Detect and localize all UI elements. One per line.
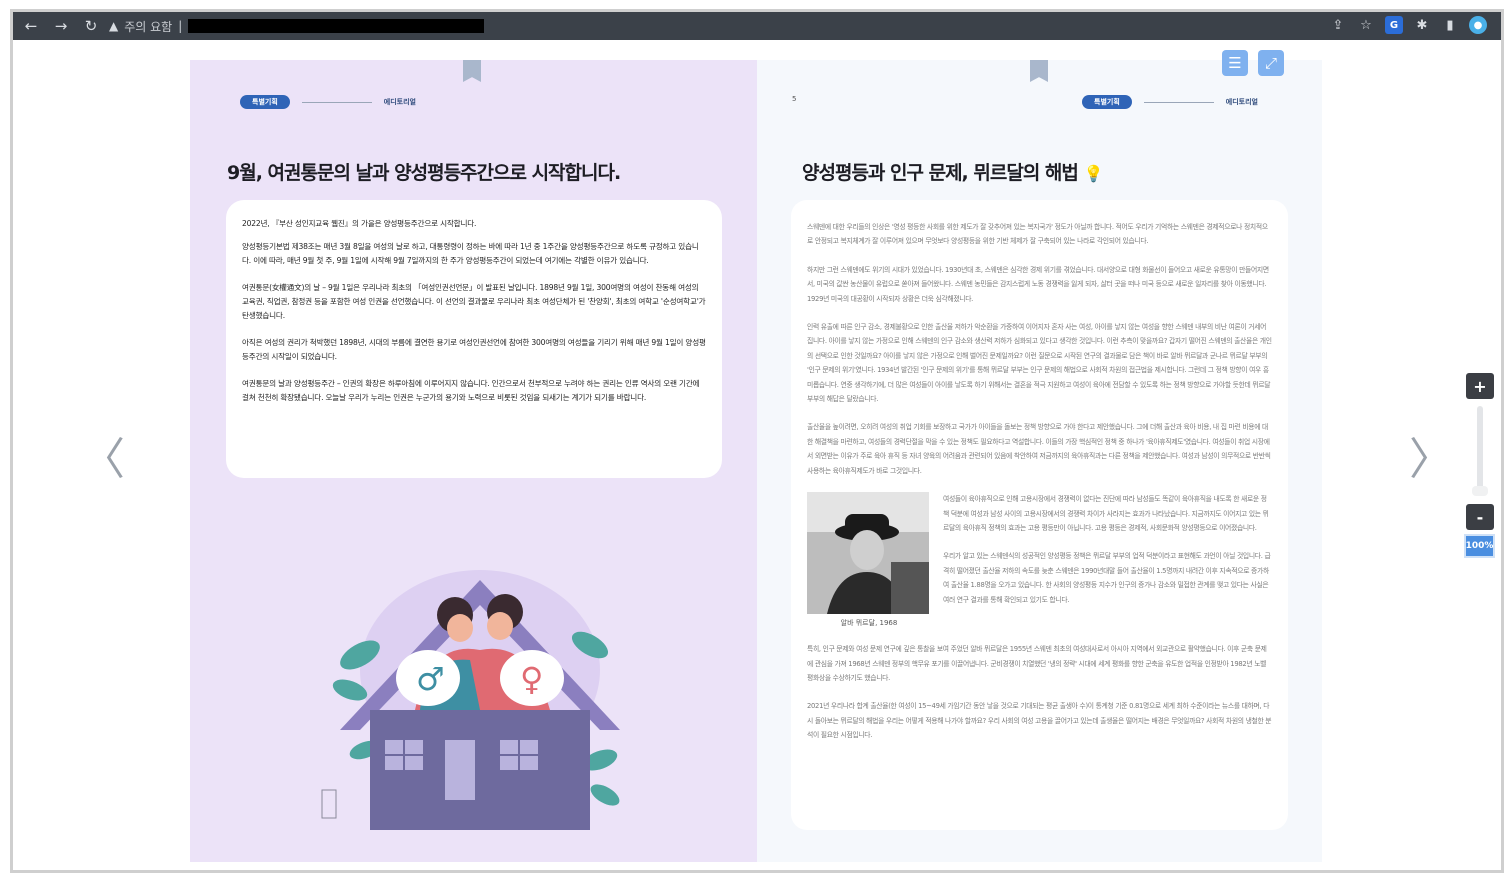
svg-text:♀: ♀ xyxy=(520,660,543,698)
redacted-url xyxy=(188,19,485,33)
header-divider xyxy=(301,101,372,103)
paragraph: 우리가 알고 있는 스웨덴식의 성공적인 양성평등 정책은 뮈르달 부부의 업적… xyxy=(943,552,1271,604)
profile-avatar-icon[interactable]: ● xyxy=(1469,16,1487,34)
extensions-puzzle-icon[interactable]: ✱ xyxy=(1413,16,1431,34)
extension-toolbar: ⇪ ☆ G ✱ ▮ ● xyxy=(1329,16,1487,34)
left-page-header: 특별기획 에디토리얼 xyxy=(240,95,416,109)
page-number: 5 xyxy=(792,95,797,103)
photo-side-text: 여성들이 육아휴직으로 인해 고용시장에서 경쟁력이 없다는 진단에 따라 남성… xyxy=(943,492,1272,628)
address-separator: | xyxy=(178,19,183,33)
paragraph: 아직은 여성의 권리가 척박했던 1898년, 시대의 부름에 결연한 용기로 … xyxy=(242,338,706,361)
zoom-slider-track[interactable] xyxy=(1477,406,1483,492)
right-page: 5 특별기획 에디토리얼 양성평등과 인구 문제, 뮈르달의 해법 💡 스웨덴에… xyxy=(757,60,1322,862)
section-label: 에디토리얼 xyxy=(1225,98,1258,106)
paragraph: 2022년, 『부산 성인지교육 웹진』의 가을은 양성평등주간으로 시작합니다… xyxy=(242,219,477,228)
photo-figure: 알바 뮈르달, 1968 xyxy=(807,492,931,628)
section-badge: 특별기획 xyxy=(1082,95,1132,109)
photo-caption: 알바 뮈르달, 1968 xyxy=(840,619,898,628)
paragraph: 인력 유출에 따른 인구 감소, 경제불황으로 인한 출산율 저하가 악순환을 … xyxy=(807,323,1272,404)
right-page-title: 양성평등과 인구 문제, 뮈르달의 해법 💡 xyxy=(802,158,1104,185)
embracing-couple-house-illustration: ♂ ♀ xyxy=(321,570,620,830)
section-label: 에디토리얼 xyxy=(383,98,416,106)
paragraph: 출산율을 높이려면, 오히려 여성의 취업 기회를 보장하고 국가가 아이들을 … xyxy=(807,423,1271,475)
header-divider xyxy=(1143,101,1214,103)
prev-page-arrow-icon[interactable]: 〈 xyxy=(81,438,125,482)
flipbook-viewer: 특별기획 에디토리얼 9월, 여권통문의 날과 양성평등주간으로 시작합니다. … xyxy=(13,40,1501,870)
lightbulb-icon: 💡 xyxy=(1083,164,1104,183)
right-text-card: 스웨덴에 대한 우리들의 인상은 '영성 평등한 사회를 위한 제도가 잘 갖추… xyxy=(791,200,1288,830)
left-page: 특별기획 에디토리얼 9월, 여권통문의 날과 양성평등주간으로 시작합니다. … xyxy=(190,60,757,862)
bookmark-star-icon[interactable]: ☆ xyxy=(1357,16,1375,34)
paragraph: 특히, 인구 문제와 여성 문제 연구에 깊은 통찰을 보여 주었던 알바 뮈르… xyxy=(807,645,1267,682)
paragraph: 여권통문의 날과 양성평등주간 – 인권의 확장은 하루아침에 이루어지지 않습… xyxy=(242,379,700,402)
share-icon[interactable]: ⇪ xyxy=(1329,16,1347,34)
bookmark-ribbon-icon xyxy=(1030,60,1048,82)
address-bar[interactable]: ▲ 주의 요함 | xyxy=(109,15,1281,37)
paragraph: 양성평등기본법 제38조는 매년 3월 8일을 여성의 날로 하고, 대통령령이… xyxy=(242,242,699,265)
fullscreen-icon[interactable]: ⤢ xyxy=(1258,50,1284,76)
paragraph: 여성들이 육아휴직으로 인해 고용시장에서 경쟁력이 없다는 진단에 따라 남성… xyxy=(943,495,1269,532)
left-text-card: 2022년, 『부산 성인지교육 웹진』의 가을은 양성평등주간으로 시작합니다… xyxy=(226,200,722,478)
zoom-slider-handle[interactable] xyxy=(1472,486,1488,496)
reload-icon[interactable]: ↻ xyxy=(79,14,103,38)
security-warning-text: 주의 요함 xyxy=(124,19,173,34)
back-icon[interactable]: ← xyxy=(19,14,43,38)
bookmark-ribbon-icon xyxy=(463,60,481,82)
paragraph: 하지만 그런 스웨덴에도 위기의 시대가 있었습니다. 1930년대 초, 스웨… xyxy=(807,265,1269,303)
browser-toolbar: ← → ↻ ▲ 주의 요함 | ⇪ ☆ G ✱ ▮ ● xyxy=(13,12,1501,40)
portrait-icon xyxy=(807,492,929,615)
alva-myrdal-photo xyxy=(807,492,929,615)
next-page-arrow-icon[interactable]: 〉 xyxy=(1409,438,1453,482)
translate-icon[interactable]: G xyxy=(1385,16,1403,34)
section-badge: 특별기획 xyxy=(240,95,290,109)
forward-icon[interactable]: → xyxy=(49,14,73,38)
right-page-title-text: 양성평등과 인구 문제, 뮈르달의 해법 xyxy=(802,162,1079,184)
svg-text:♂: ♂ xyxy=(416,660,445,698)
warning-icon: ▲ xyxy=(109,19,119,33)
right-page-header: 특별기획 에디토리얼 xyxy=(1082,95,1258,109)
left-page-title: 9월, 여권통문의 날과 양성평등주간으로 시작합니다. xyxy=(227,162,621,184)
paragraph: 2021년 우리나라 합계 출산율(한 여성이 15~49세 가임기간 동안 낳… xyxy=(807,702,1272,740)
browser-window: ← → ↻ ▲ 주의 요함 | ⇪ ☆ G ✱ ▮ ● 특별기획 에디토리얼 9… xyxy=(10,9,1504,873)
side-panel-icon[interactable]: ▮ xyxy=(1441,16,1459,34)
menu-icon[interactable]: ☰ xyxy=(1222,50,1248,76)
paragraph: 여권통문(女權通文)의 날 – 9월 1일은 우리나라 최초의 「여성인권선언문… xyxy=(242,283,706,320)
zoom-out-button[interactable]: - xyxy=(1466,504,1494,530)
paragraph: 스웨덴에 대한 우리들의 인상은 '영성 평등한 사회를 위한 제도가 잘 갖추… xyxy=(807,223,1268,246)
photo-row: 알바 뮈르달, 1968 여성들이 육아휴직으로 인해 고용시장에서 경쟁력이 … xyxy=(807,492,1272,628)
zoom-in-button[interactable]: + xyxy=(1466,373,1494,399)
zoom-level-indicator: 100% xyxy=(1464,534,1495,558)
